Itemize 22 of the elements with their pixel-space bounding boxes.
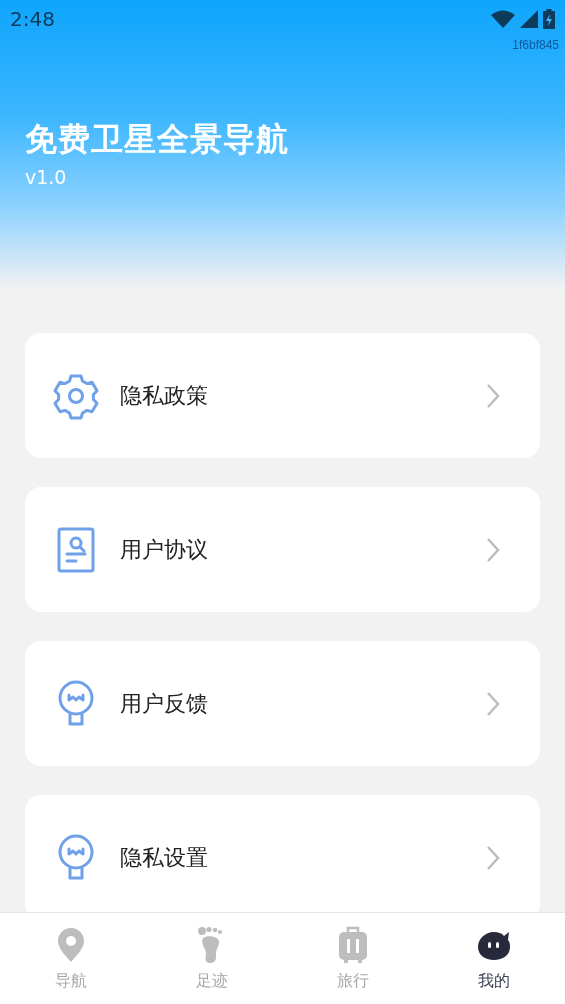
menu-item[interactable]: 用户反馈 — [25, 641, 540, 766]
menu-item[interactable]: 用户协议 — [25, 487, 540, 612]
face-icon — [477, 929, 512, 961]
wifi-icon — [491, 10, 515, 28]
menu-item[interactable]: 隐私政策 — [25, 333, 540, 458]
chevron-right-icon — [486, 382, 500, 409]
menu-item[interactable]: 隐私设置 — [25, 795, 540, 912]
signal-icon — [520, 10, 538, 28]
app-title: 免费卫星全景导航 — [25, 119, 289, 160]
location-pin-icon — [56, 927, 85, 963]
document-icon — [56, 525, 96, 574]
chevron-right-icon — [486, 844, 500, 871]
lightbulb-icon — [56, 679, 96, 728]
suitcase-icon — [338, 926, 369, 964]
chevron-right-icon — [486, 690, 500, 717]
app-version: v1.0 — [25, 166, 67, 188]
status-time: 2:48 — [10, 7, 56, 31]
lightbulb-icon — [56, 833, 96, 882]
chevron-right-icon — [486, 536, 500, 563]
battery-icon — [543, 9, 555, 29]
build-id: 1f6bf845 — [511, 38, 560, 52]
nav-tab[interactable]: 我的 — [423, 913, 565, 1004]
